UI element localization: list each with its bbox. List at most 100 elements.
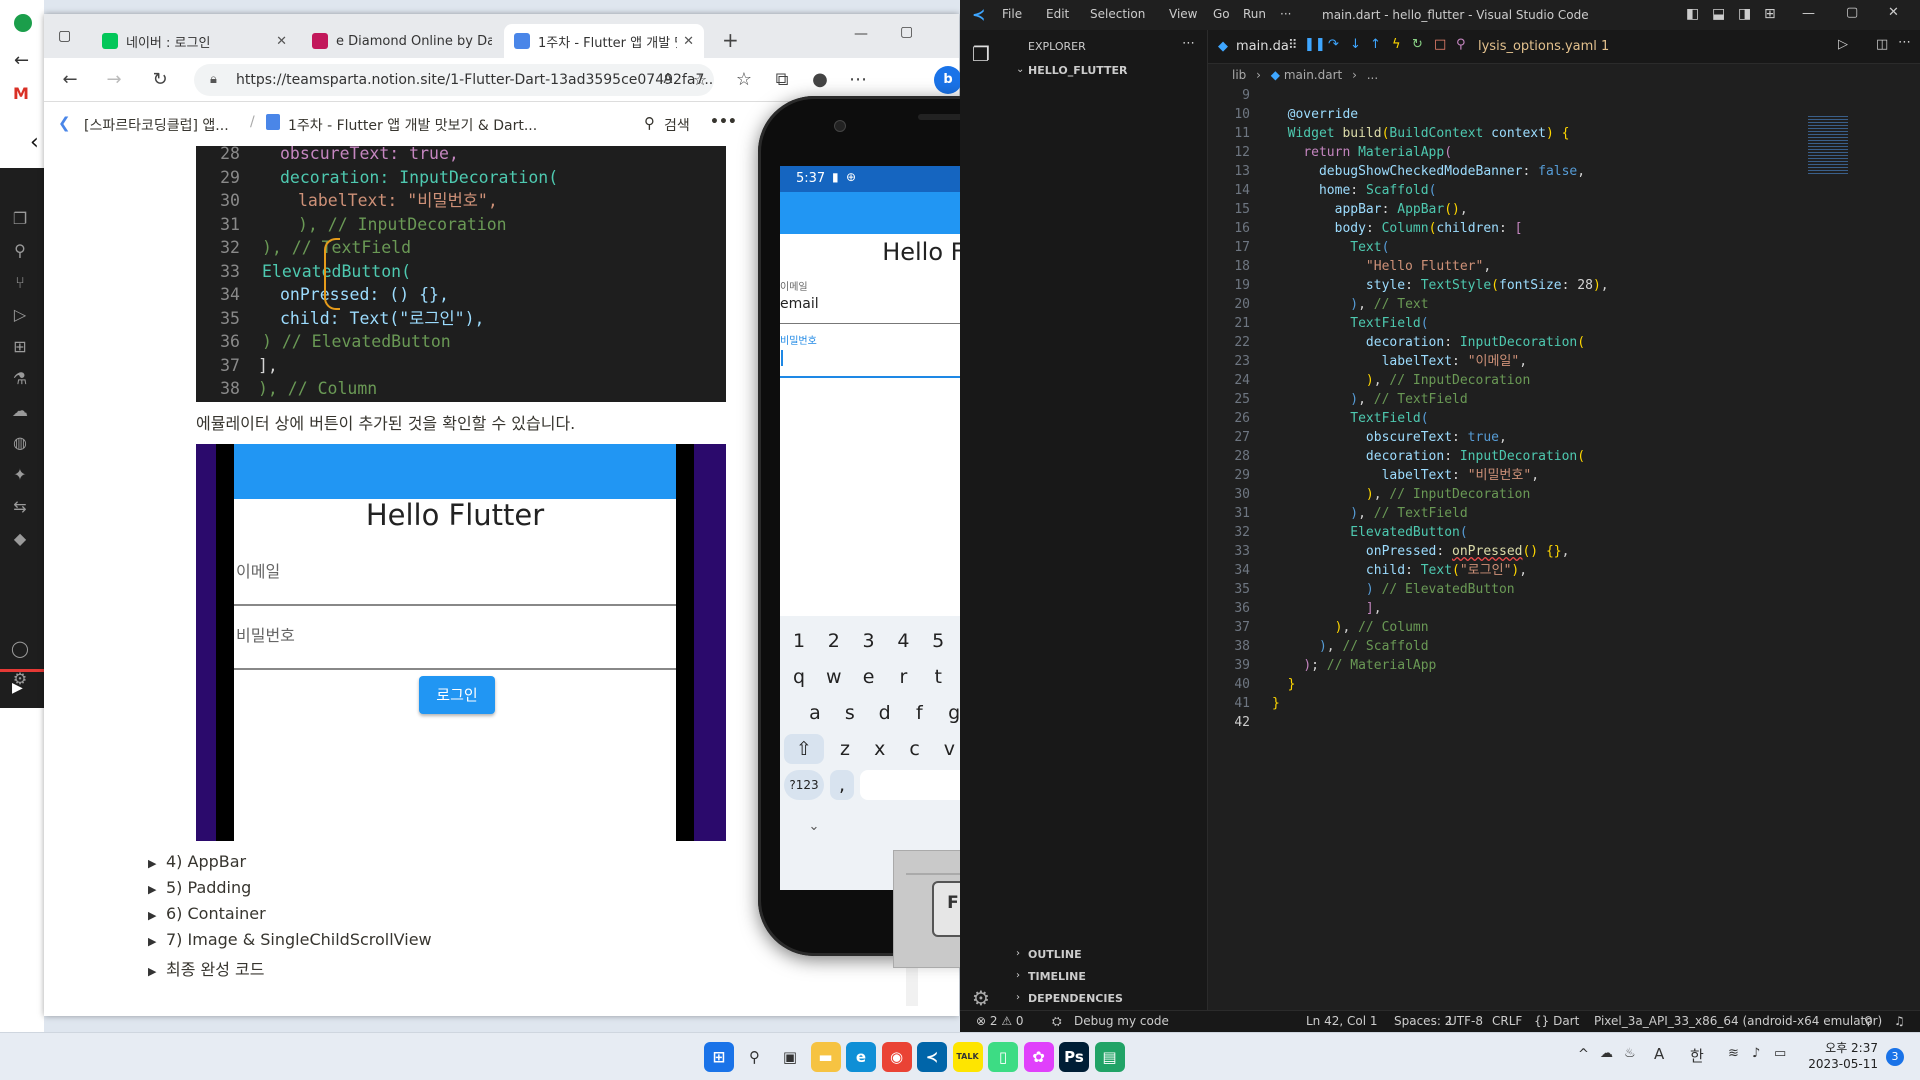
menu-item[interactable]: File	[1002, 7, 1022, 21]
tab-analysis-options[interactable]: lysis_options.yaml 1	[1478, 39, 1609, 54]
keyboard-key[interactable]: 1	[784, 626, 814, 656]
hot-reload-icon[interactable]: ϟ	[1392, 37, 1401, 52]
flutter-icon[interactable]: ◆	[9, 528, 31, 550]
toggle-block[interactable]: ▶ 5) Padding	[148, 878, 251, 897]
keyboard-key[interactable]: 4	[888, 626, 918, 656]
drag-handle-icon[interactable]: ⠿	[1288, 38, 1298, 53]
keyboard-key[interactable]: d	[870, 698, 900, 728]
wifi-icon[interactable]: ≋	[1728, 1046, 1739, 1061]
more-actions-icon[interactable]: ⋯	[1182, 36, 1195, 51]
gmail-icon[interactable]: M	[13, 84, 29, 103]
toggle-block[interactable]: ▶ 4) AppBar	[148, 852, 246, 871]
explorer-icon[interactable]: ▬	[810, 1042, 841, 1072]
search-icon[interactable]: ⚲	[644, 114, 655, 132]
flask-icon[interactable]: ⚗	[9, 368, 31, 390]
taskview-icon[interactable]: ▣	[775, 1042, 805, 1072]
toggle-triangle-icon[interactable]: ▶	[148, 883, 166, 896]
keyboard-key[interactable]: f	[904, 698, 934, 728]
keyboard-key[interactable]: ?123	[784, 770, 824, 800]
battery-icon[interactable]: ▭	[1774, 1046, 1786, 1061]
refresh-icon[interactable]: ↻	[148, 68, 172, 92]
encoding[interactable]: UTF-8	[1448, 1014, 1483, 1028]
pause-icon[interactable]: ❚❚	[1304, 37, 1326, 52]
account-icon[interactable]: ◯	[9, 638, 31, 660]
keyboard-key[interactable]: a	[800, 698, 830, 728]
profile-icon[interactable]: ●	[808, 68, 832, 92]
timeline-section[interactable]: TIMELINE	[1028, 970, 1086, 983]
clock-date[interactable]: 2023-05-11	[1808, 1057, 1878, 1071]
menu-item[interactable]: ···	[1280, 7, 1291, 21]
keyboard-key[interactable]: s	[835, 698, 865, 728]
manage-icon[interactable]: ⚙	[972, 986, 990, 1010]
files-icon[interactable]: ❐	[9, 208, 31, 230]
breadcrumb-more[interactable]: ...	[1367, 68, 1378, 82]
keyboard-key[interactable]: x	[865, 734, 895, 764]
debug-config[interactable]: Debug my code	[1074, 1014, 1169, 1028]
hide-keyboard-icon[interactable]: ⌄	[804, 812, 824, 842]
sheets-icon[interactable]: ▤	[1094, 1042, 1125, 1072]
keyboard-key[interactable]: c	[900, 734, 930, 764]
keyboard-key[interactable]: r	[888, 662, 918, 692]
chevron-right-icon[interactable]: ›	[1016, 992, 1020, 1003]
breadcrumb-page[interactable]: 1주차 - Flutter 앱 개발 맛보기 & Dart...	[288, 115, 537, 135]
shift-key-icon[interactable]: ⇧	[784, 734, 824, 764]
more-actions-icon[interactable]: ⋯	[1898, 35, 1911, 50]
outline-section[interactable]: OUTLINE	[1028, 948, 1082, 961]
keyboard-key[interactable]: 3	[854, 626, 884, 656]
minimize-icon[interactable]: —	[854, 26, 868, 42]
photoshop-icon[interactable]: Ps	[1059, 1042, 1089, 1072]
breadcrumb-lib[interactable]: lib	[1232, 68, 1246, 82]
keyboard-key[interactable]: ,	[830, 770, 854, 800]
forward-icon[interactable]: →	[102, 68, 126, 92]
chevron-down-icon[interactable]: ⌄	[1016, 64, 1024, 75]
code-editor[interactable]: 9 10 @override 11 Widget build(BuildContex…	[1208, 86, 1920, 986]
stop-icon[interactable]: □	[1434, 37, 1446, 52]
toggle-triangle-icon[interactable]: ▶	[148, 965, 166, 978]
volume-icon[interactable]: ♪	[1752, 1046, 1760, 1061]
notifications-icon[interactable]: ♫	[1894, 1014, 1905, 1028]
maximize-icon[interactable]: ▢	[900, 24, 913, 40]
toggle-triangle-icon[interactable]: ▶	[148, 909, 166, 922]
step-out-icon[interactable]: ↑	[1370, 37, 1381, 52]
vscode-icon[interactable]: ≺	[917, 1042, 947, 1072]
kakaotalk-icon[interactable]: TALK	[952, 1042, 983, 1072]
menu-item[interactable]: Edit	[1046, 7, 1069, 21]
back-icon[interactable]: ←	[58, 68, 82, 92]
android-studio-icon[interactable]: ▯	[988, 1042, 1018, 1072]
minimap[interactable]	[1800, 86, 1880, 186]
minimize-icon[interactable]: —	[1802, 6, 1815, 21]
github-icon[interactable]: ◍	[9, 432, 31, 454]
device-selector[interactable]: Pixel_3a_API_33_x86_64 (android-x64 emul…	[1594, 1014, 1882, 1028]
toggle-block[interactable]: ▶ 7) Image & SingleChildScrollView	[148, 930, 432, 949]
project-folder[interactable]: HELLO_FLUTTER	[1028, 64, 1128, 77]
edge-icon[interactable]: e	[846, 1042, 876, 1072]
menu-item[interactable]: Selection	[1090, 7, 1145, 21]
toggle-panel-icon[interactable]: ⬓	[1712, 6, 1725, 22]
close-icon[interactable]: ✕	[677, 34, 694, 49]
problems-indicator[interactable]: ⊗ 2 ⚠ 0	[976, 1014, 1024, 1028]
restart-icon[interactable]: ↻	[1412, 37, 1423, 52]
dependencies-section[interactable]: DEPENDENCIES	[1028, 992, 1123, 1005]
bing-icon[interactable]: b	[934, 66, 962, 94]
toggle-triangle-icon[interactable]: ▶	[148, 935, 166, 948]
gallery-icon[interactable]: ✿	[1023, 1042, 1054, 1072]
toggle-block[interactable]: ▶ 6) Container	[148, 904, 266, 923]
read-aloud-icon[interactable]: A	[656, 68, 680, 92]
search-label[interactable]: 검색	[664, 115, 690, 135]
toggle-secondary-icon[interactable]: ◨	[1738, 6, 1751, 22]
split-editor-icon[interactable]: ◫	[1876, 37, 1888, 52]
input-mode[interactable]: A	[1654, 1045, 1664, 1063]
menu-item[interactable]: Run	[1243, 7, 1266, 21]
chrome-icon[interactable]: ◉	[881, 1042, 912, 1072]
copilot-icon[interactable]: ✦	[9, 464, 31, 486]
url-field[interactable]: 🔒︎ https://teamsparta.notion.site/1-Flut…	[194, 64, 714, 96]
devtools-icon[interactable]: ⚲	[1456, 37, 1466, 52]
feedback-icon[interactable]: ⚲	[1864, 1014, 1873, 1028]
breadcrumb-workspace[interactable]: [스파르타코딩클럽] 앱...	[84, 115, 229, 135]
favorites-icon[interactable]: ☆	[732, 68, 756, 92]
chevron-left-icon[interactable]: ‹	[30, 130, 39, 155]
branch-icon[interactable]: ⑂	[9, 272, 31, 294]
step-into-icon[interactable]: ↓	[1350, 37, 1361, 52]
keyboard-key[interactable]: q	[784, 662, 814, 692]
back-arrow-icon[interactable]: ←	[14, 50, 29, 71]
